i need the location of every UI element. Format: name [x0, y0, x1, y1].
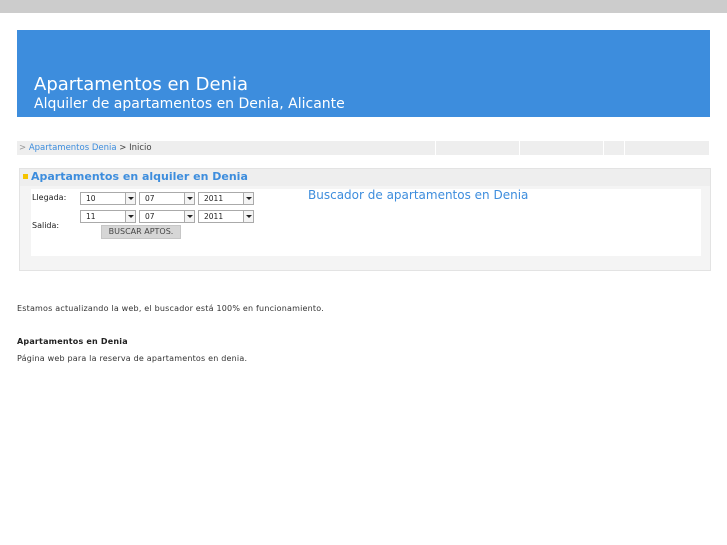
- breadcrumb-cell: [436, 141, 520, 155]
- breadcrumb-trail: > Apartamentos Denia > Inicio: [17, 141, 436, 155]
- site-title: Apartamentos en Denia: [34, 74, 249, 95]
- breadcrumb-cell: [625, 141, 709, 155]
- chevron-down-icon: [243, 211, 253, 222]
- arrival-month-select[interactable]: 07: [139, 192, 195, 205]
- chevron-down-icon: [184, 193, 194, 204]
- chevron-down-icon: [125, 211, 135, 222]
- departure-month-select[interactable]: 07: [139, 210, 195, 223]
- departure-label: Salida:: [32, 221, 60, 230]
- top-bar: [0, 0, 727, 13]
- search-panel: Apartamentos en alquiler en Denia Llegad…: [19, 168, 711, 271]
- departure-year-value: 2011: [204, 212, 224, 221]
- arrival-day-value: 10: [86, 194, 96, 203]
- search-tool-title: Buscador de apartamentos en Denia: [308, 188, 529, 202]
- breadcrumb-separator: >: [19, 143, 27, 153]
- chevron-down-icon: [125, 193, 135, 204]
- breadcrumb-current: > Inicio: [119, 143, 152, 153]
- chevron-down-icon: [243, 193, 253, 204]
- departure-month-value: 07: [145, 212, 155, 221]
- arrival-month-value: 07: [145, 194, 155, 203]
- search-apartments-button[interactable]: BUSCAR APTOS.: [101, 225, 181, 239]
- breadcrumb-cell: [520, 141, 604, 155]
- search-form: Llegada: Salida: 10 07 2011 11 07 2011 B…: [31, 188, 701, 256]
- arrival-label: Llegada:: [32, 193, 67, 202]
- update-notice: Estamos actualizando la web, el buscador…: [17, 304, 324, 313]
- site-subtitle: Alquiler de apartamentos en Denia, Alica…: [34, 96, 345, 112]
- site-header: Apartamentos en Denia Alquiler de aparta…: [17, 30, 710, 117]
- arrival-year-value: 2011: [204, 194, 224, 203]
- departure-year-select[interactable]: 2011: [198, 210, 254, 223]
- section-description: Página web para la reserva de apartament…: [17, 354, 248, 363]
- arrival-year-select[interactable]: 2011: [198, 192, 254, 205]
- bullet-icon: [23, 174, 28, 179]
- breadcrumb-cell: [604, 141, 625, 155]
- search-panel-heading: Apartamentos en alquiler en Denia: [31, 170, 248, 183]
- chevron-down-icon: [184, 211, 194, 222]
- breadcrumb: > Apartamentos Denia > Inicio: [17, 141, 709, 155]
- departure-day-value: 11: [86, 212, 96, 221]
- section-title: Apartamentos en Denia: [17, 337, 128, 346]
- breadcrumb-link-apartamentos-denia[interactable]: Apartamentos Denia: [29, 143, 117, 153]
- arrival-day-select[interactable]: 10: [80, 192, 136, 205]
- search-panel-header: Apartamentos en alquiler en Denia: [20, 169, 710, 186]
- departure-day-select[interactable]: 11: [80, 210, 136, 223]
